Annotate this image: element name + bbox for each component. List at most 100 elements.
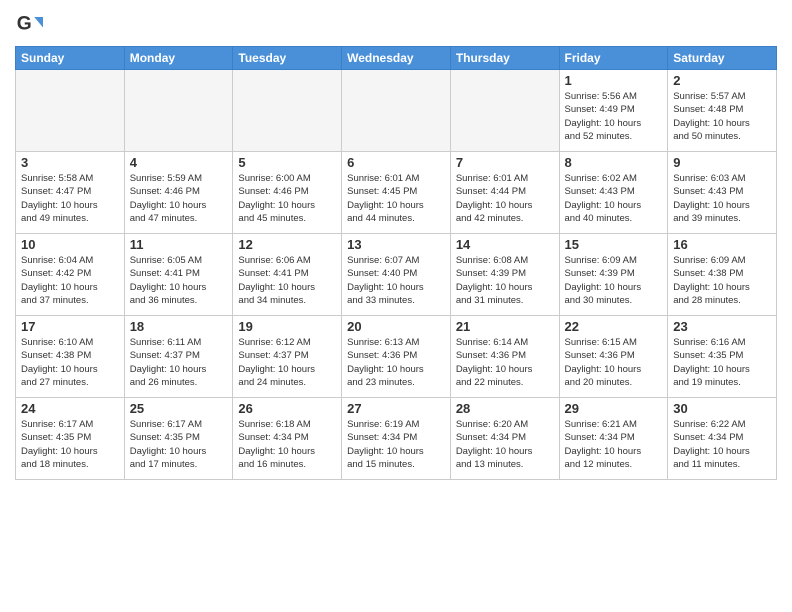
weekday-header: Monday (124, 47, 233, 70)
weekday-header: Wednesday (342, 47, 451, 70)
day-info: Sunrise: 6:22 AM Sunset: 4:34 PM Dayligh… (673, 418, 771, 471)
day-info: Sunrise: 6:05 AM Sunset: 4:41 PM Dayligh… (130, 254, 228, 307)
weekday-header: Tuesday (233, 47, 342, 70)
calendar-cell: 13Sunrise: 6:07 AM Sunset: 4:40 PM Dayli… (342, 234, 451, 316)
day-number: 18 (130, 319, 228, 334)
calendar-body: 1 Sunrise: 5:56 AM Sunset: 4:49 PM Daylig… (16, 70, 777, 480)
weekday-header: Thursday (450, 47, 559, 70)
day-number: 22 (565, 319, 663, 334)
calendar-week: 1 Sunrise: 5:56 AM Sunset: 4:49 PM Daylig… (16, 70, 777, 152)
day-number: 21 (456, 319, 554, 334)
day-info: Sunrise: 6:01 AM Sunset: 4:45 PM Dayligh… (347, 172, 445, 225)
day-number: 26 (238, 401, 336, 416)
calendar-cell: 12 Sunrise: 6:06 AM Sunset: 4:41 PM Dayli… (233, 234, 342, 316)
day-number: 6 (347, 155, 445, 170)
calendar-cell: 9 Sunrise: 6:03 AM Sunset: 4:43 PM Daylig… (668, 152, 777, 234)
day-info: Sunrise: 5:57 AM Sunset: 4:48 PM Dayligh… (673, 90, 771, 143)
day-number: 1 (565, 73, 663, 88)
weekday-header: Sunday (16, 47, 125, 70)
day-number: 7 (456, 155, 554, 170)
day-number: 5 (238, 155, 336, 170)
calendar-cell (16, 70, 125, 152)
calendar-cell: 24 Sunrise: 6:17 AM Sunset: 4:35 PM Dayli… (16, 398, 125, 480)
logo-icon: G (15, 10, 43, 38)
calendar-cell: 15 Sunrise: 6:09 AM Sunset: 4:39 PM Dayli… (559, 234, 668, 316)
calendar-cell: 2 Sunrise: 5:57 AM Sunset: 4:48 PM Daylig… (668, 70, 777, 152)
day-number: 3 (21, 155, 119, 170)
calendar-cell: 6 Sunrise: 6:01 AM Sunset: 4:45 PM Daylig… (342, 152, 451, 234)
calendar-cell: 30 Sunrise: 6:22 AM Sunset: 4:34 PM Dayli… (668, 398, 777, 480)
day-info: Sunrise: 6:18 AM Sunset: 4:34 PM Dayligh… (238, 418, 336, 471)
day-info: Sunrise: 5:58 AM Sunset: 4:47 PM Dayligh… (21, 172, 119, 225)
day-info: Sunrise: 5:59 AM Sunset: 4:46 PM Dayligh… (130, 172, 228, 225)
weekday-header: Saturday (668, 47, 777, 70)
day-number: 2 (673, 73, 771, 88)
day-info: Sunrise: 6:00 AM Sunset: 4:46 PM Dayligh… (238, 172, 336, 225)
calendar-cell: 1 Sunrise: 5:56 AM Sunset: 4:49 PM Daylig… (559, 70, 668, 152)
day-info: Sunrise: 6:07 AM Sunset: 4:40 PM Dayligh… (347, 254, 445, 307)
day-number: 15 (565, 237, 663, 252)
calendar-cell: 11 Sunrise: 6:05 AM Sunset: 4:41 PM Dayli… (124, 234, 233, 316)
calendar-cell: 4 Sunrise: 5:59 AM Sunset: 4:46 PM Daylig… (124, 152, 233, 234)
day-info: Sunrise: 6:03 AM Sunset: 4:43 PM Dayligh… (673, 172, 771, 225)
day-info: Sunrise: 6:08 AM Sunset: 4:39 PM Dayligh… (456, 254, 554, 307)
day-number: 11 (130, 237, 228, 252)
day-info: Sunrise: 6:13 AM Sunset: 4:36 PM Dayligh… (347, 336, 445, 389)
day-info: Sunrise: 6:21 AM Sunset: 4:34 PM Dayligh… (565, 418, 663, 471)
day-number: 16 (673, 237, 771, 252)
day-number: 12 (238, 237, 336, 252)
day-info: Sunrise: 6:09 AM Sunset: 4:38 PM Dayligh… (673, 254, 771, 307)
calendar-header: SundayMondayTuesdayWednesdayThursdayFrid… (16, 47, 777, 70)
day-info: Sunrise: 6:06 AM Sunset: 4:41 PM Dayligh… (238, 254, 336, 307)
calendar-cell: 26 Sunrise: 6:18 AM Sunset: 4:34 PM Dayli… (233, 398, 342, 480)
day-number: 17 (21, 319, 119, 334)
calendar-cell: 10Sunrise: 6:04 AM Sunset: 4:42 PM Dayli… (16, 234, 125, 316)
calendar-cell: 20Sunrise: 6:13 AM Sunset: 4:36 PM Dayli… (342, 316, 451, 398)
weekday-row: SundayMondayTuesdayWednesdayThursdayFrid… (16, 47, 777, 70)
calendar-cell: 7Sunrise: 6:01 AM Sunset: 4:44 PM Daylig… (450, 152, 559, 234)
calendar-cell (450, 70, 559, 152)
calendar-cell: 21 Sunrise: 6:14 AM Sunset: 4:36 PM Dayli… (450, 316, 559, 398)
day-number: 8 (565, 155, 663, 170)
day-info: Sunrise: 6:10 AM Sunset: 4:38 PM Dayligh… (21, 336, 119, 389)
calendar-cell (342, 70, 451, 152)
day-number: 29 (565, 401, 663, 416)
day-number: 30 (673, 401, 771, 416)
day-info: Sunrise: 6:15 AM Sunset: 4:36 PM Dayligh… (565, 336, 663, 389)
calendar-cell: 27Sunrise: 6:19 AM Sunset: 4:34 PM Dayli… (342, 398, 451, 480)
calendar-cell: 16 Sunrise: 6:09 AM Sunset: 4:38 PM Dayli… (668, 234, 777, 316)
page: G SundayMondayTuesdayWednesdayThursdayFr… (0, 0, 792, 490)
calendar-cell: 17 Sunrise: 6:10 AM Sunset: 4:38 PM Dayli… (16, 316, 125, 398)
day-info: Sunrise: 6:12 AM Sunset: 4:37 PM Dayligh… (238, 336, 336, 389)
day-number: 9 (673, 155, 771, 170)
day-info: Sunrise: 6:09 AM Sunset: 4:39 PM Dayligh… (565, 254, 663, 307)
calendar-cell: 22 Sunrise: 6:15 AM Sunset: 4:36 PM Dayli… (559, 316, 668, 398)
day-info: Sunrise: 6:19 AM Sunset: 4:34 PM Dayligh… (347, 418, 445, 471)
calendar-cell: 18 Sunrise: 6:11 AM Sunset: 4:37 PM Dayli… (124, 316, 233, 398)
day-info: Sunrise: 6:02 AM Sunset: 4:43 PM Dayligh… (565, 172, 663, 225)
day-number: 23 (673, 319, 771, 334)
calendar-week: 10Sunrise: 6:04 AM Sunset: 4:42 PM Dayli… (16, 234, 777, 316)
weekday-header: Friday (559, 47, 668, 70)
calendar-week: 24 Sunrise: 6:17 AM Sunset: 4:35 PM Dayli… (16, 398, 777, 480)
day-info: Sunrise: 6:17 AM Sunset: 4:35 PM Dayligh… (21, 418, 119, 471)
calendar-cell (233, 70, 342, 152)
calendar-cell: 3 Sunrise: 5:58 AM Sunset: 4:47 PM Daylig… (16, 152, 125, 234)
calendar-cell: 29 Sunrise: 6:21 AM Sunset: 4:34 PM Dayli… (559, 398, 668, 480)
calendar-cell: 25Sunrise: 6:17 AM Sunset: 4:35 PM Dayli… (124, 398, 233, 480)
day-info: Sunrise: 6:16 AM Sunset: 4:35 PM Dayligh… (673, 336, 771, 389)
calendar-cell (124, 70, 233, 152)
day-number: 4 (130, 155, 228, 170)
day-number: 19 (238, 319, 336, 334)
day-number: 24 (21, 401, 119, 416)
calendar-cell: 8 Sunrise: 6:02 AM Sunset: 4:43 PM Daylig… (559, 152, 668, 234)
day-info: Sunrise: 6:17 AM Sunset: 4:35 PM Dayligh… (130, 418, 228, 471)
day-info: Sunrise: 5:56 AM Sunset: 4:49 PM Dayligh… (565, 90, 663, 143)
calendar-cell: 14Sunrise: 6:08 AM Sunset: 4:39 PM Dayli… (450, 234, 559, 316)
day-info: Sunrise: 6:11 AM Sunset: 4:37 PM Dayligh… (130, 336, 228, 389)
calendar-cell: 19 Sunrise: 6:12 AM Sunset: 4:37 PM Dayli… (233, 316, 342, 398)
calendar-week: 3 Sunrise: 5:58 AM Sunset: 4:47 PM Daylig… (16, 152, 777, 234)
day-number: 28 (456, 401, 554, 416)
logo: G (15, 10, 47, 38)
day-info: Sunrise: 6:14 AM Sunset: 4:36 PM Dayligh… (456, 336, 554, 389)
